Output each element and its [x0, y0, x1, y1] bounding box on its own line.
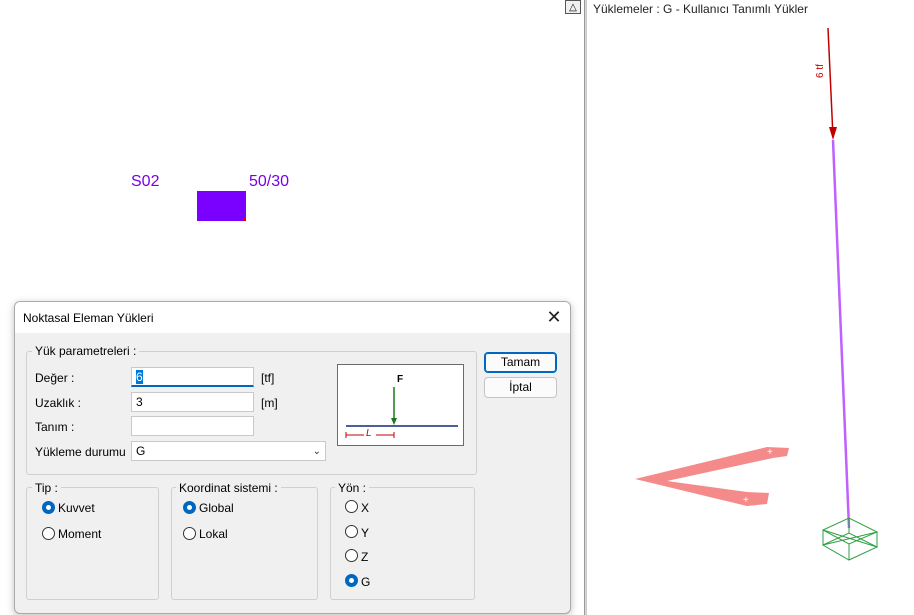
type-moment-label[interactable]: Moment: [58, 527, 101, 541]
frame-member: [831, 139, 851, 529]
length-label: L: [366, 428, 372, 439]
load-case-value: G: [136, 444, 146, 458]
svg-text:+: +: [767, 447, 773, 458]
viewport-title: Yüklemeler : G - Kullanıcı Tanımlı Yükle…: [593, 2, 808, 16]
svg-text:+: +: [743, 495, 749, 506]
type-force-radio[interactable]: [42, 501, 55, 514]
global-axes-icon: [635, 447, 789, 506]
load-arrow-shaft: [827, 27, 834, 138]
collapse-view-button[interactable]: △: [565, 0, 581, 14]
distance-label: Uzaklık :: [35, 396, 82, 410]
direction-legend: Yön :: [335, 481, 370, 495]
value-input[interactable]: 6: [131, 367, 254, 387]
section-name-label: S02: [131, 173, 160, 190]
coordinate-legend: Koordinat sistemi :: [176, 481, 281, 495]
coord-global-radio[interactable]: [183, 501, 196, 514]
ok-button[interactable]: Tamam: [484, 352, 557, 373]
3d-load-drawing: + +: [635, 27, 879, 561]
type-legend: Tip :: [32, 481, 61, 495]
direction-y-label[interactable]: Y: [361, 526, 369, 540]
cancel-button[interactable]: İptal: [484, 377, 557, 398]
direction-x-label[interactable]: X: [361, 501, 369, 515]
dialog-title: Noktasal Eleman Yükleri: [23, 311, 154, 325]
point-load-diagram: F L: [337, 364, 464, 446]
point-load-dialog: Noktasal Eleman Yükleri ✕ Yük parametrel…: [14, 301, 571, 614]
direction-g-label[interactable]: G: [361, 575, 370, 589]
column-section[interactable]: [197, 191, 246, 221]
value-label: Değer :: [35, 371, 75, 385]
direction-y-radio[interactable]: [345, 525, 358, 538]
column-node-marker: [243, 218, 246, 221]
load-arrow-head: [829, 127, 837, 140]
3d-load-view-canvas[interactable]: + + 6 tf: [587, 0, 914, 615]
coord-local-radio[interactable]: [183, 527, 196, 540]
type-force-label[interactable]: Kuvvet: [58, 501, 95, 515]
load-params-legend: Yük parametreleri :: [32, 344, 140, 358]
direction-z-label[interactable]: Z: [361, 550, 368, 564]
dialog-titlebar[interactable]: Noktasal Eleman Yükleri ✕: [15, 302, 570, 333]
close-button[interactable]: ✕: [543, 306, 565, 328]
direction-z-radio[interactable]: [345, 549, 358, 562]
description-input[interactable]: [131, 416, 254, 436]
load-case-select[interactable]: G ⌄: [131, 441, 326, 461]
chevron-down-icon: ⌄: [312, 446, 321, 457]
coord-global-label[interactable]: Global: [199, 501, 234, 515]
description-label: Tanım :: [35, 420, 75, 434]
load-value-label: 6 tf: [815, 64, 826, 78]
direction-x-radio[interactable]: [345, 500, 358, 513]
coord-local-label[interactable]: Lokal: [199, 527, 228, 541]
value-unit: [tf]: [261, 371, 275, 385]
section-size-label: 50/30: [249, 173, 290, 190]
load-case-label: Yükleme durumu: [35, 445, 126, 459]
force-label: F: [397, 374, 404, 385]
type-moment-radio[interactable]: [42, 527, 55, 540]
direction-g-radio[interactable]: [345, 574, 358, 587]
distance-unit: [m]: [261, 396, 278, 410]
distance-input[interactable]: 3: [131, 392, 254, 412]
